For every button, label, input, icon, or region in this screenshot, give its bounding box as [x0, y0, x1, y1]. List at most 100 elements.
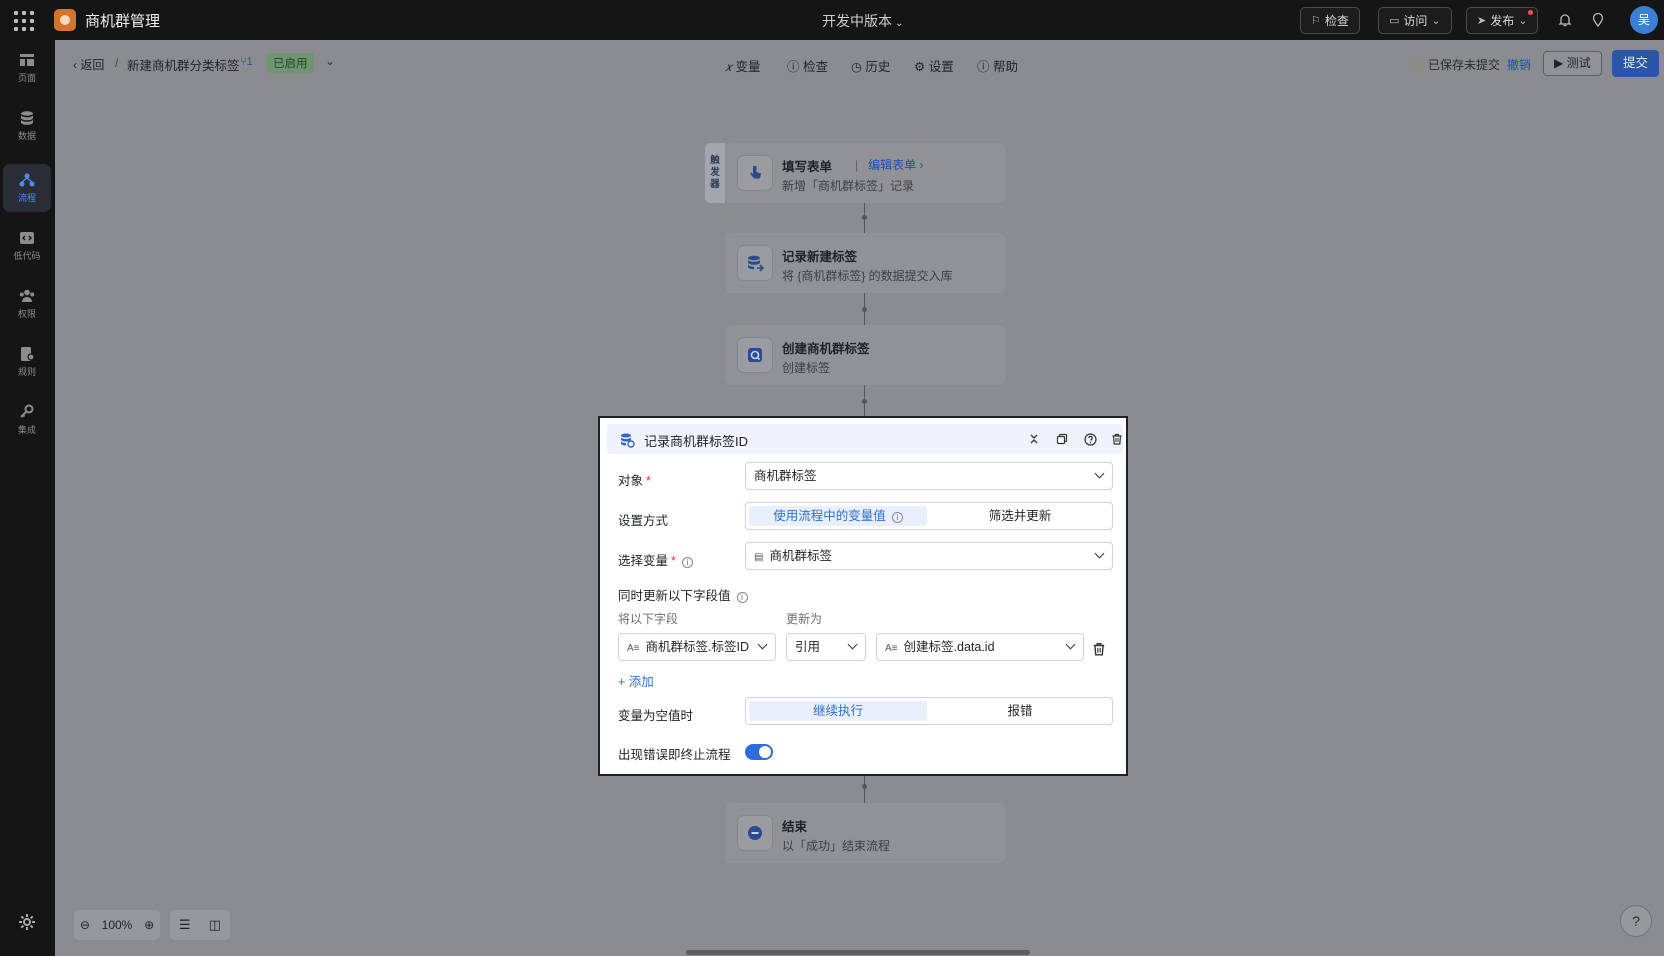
flow-node-record-tag[interactable]: 记录新建标签 将 {商机群标签} 的数据提交入库	[725, 233, 1005, 293]
connector-dot	[862, 399, 867, 404]
app-name: 商机群管理	[85, 13, 161, 30]
hand-pointer-icon	[737, 155, 773, 191]
variable-select-value: 商机群标签	[769, 549, 832, 563]
flow-node-form[interactable]: 填写表单 编辑表单 › 新增「商机群标签」记录	[725, 143, 1005, 203]
branch-icon: ⑂	[240, 56, 247, 68]
text-field-icon: A≡	[627, 643, 640, 654]
panel-title: 记录商机群标签ID	[644, 434, 749, 449]
terminate-on-error-toggle[interactable]	[745, 744, 773, 760]
horizontal-scrollbar[interactable]	[686, 950, 1030, 955]
publish-button[interactable]: ➤ 发布 ⌄	[1466, 7, 1539, 34]
inspect-button[interactable]: ⚐ 检查	[1300, 7, 1360, 34]
warning-icon: ⓘ	[1413, 58, 1426, 72]
location-pin-icon[interactable]	[1590, 12, 1606, 28]
fit-view-icon[interactable]: ◫	[209, 917, 221, 933]
mode-label: 设置方式	[618, 514, 669, 528]
nav-item-rules[interactable]: 规则	[3, 338, 51, 386]
version-count[interactable]: ⑂1	[240, 56, 253, 68]
nav-label: 规则	[17, 367, 36, 377]
info-icon: i	[736, 592, 748, 603]
node-subtitle: 新增「商机群标签」记录	[782, 179, 915, 193]
history-tool[interactable]: ◷ 历史	[851, 56, 890, 75]
help-circle-icon[interactable]	[1083, 432, 1097, 446]
flow-icon	[19, 173, 35, 187]
copy-icon[interactable]	[1055, 432, 1069, 446]
object-select-value: 商机群标签	[754, 469, 817, 483]
flow-node-create-tag[interactable]: 创建商机群标签 创建标签	[725, 325, 1005, 385]
layout-controls: ☰ ◫	[170, 910, 230, 940]
nav-item-permissions[interactable]: 权限	[3, 280, 51, 328]
avatar[interactable]: 吴	[1630, 6, 1658, 34]
test-label: 测试	[1566, 56, 1591, 70]
chevron-down-icon	[1094, 468, 1105, 479]
undo-link[interactable]: 撤销	[1507, 56, 1531, 73]
empty-value-segmented-control: 继续执行 报错	[745, 697, 1113, 725]
inspect-tool[interactable]: ⓘ 检查	[787, 56, 828, 75]
node-title: 结束	[782, 820, 808, 834]
inspect-icon: ⚐	[1311, 15, 1321, 27]
mode-option-variable[interactable]: 使用流程中的变量值 i	[749, 506, 927, 526]
refresh-box-icon	[737, 337, 773, 373]
test-button[interactable]: ▶ 测试	[1543, 51, 1602, 76]
empty-option-continue[interactable]: 继续执行	[749, 701, 927, 721]
breadcrumb-separator: /	[115, 56, 119, 70]
trash-icon[interactable]	[1110, 432, 1124, 446]
back-label: 返回	[80, 58, 105, 72]
back-button[interactable]: ‹ 返回	[73, 56, 104, 73]
nav-item-lowcode[interactable]: 低代码	[3, 222, 51, 270]
visit-button[interactable]: ▭ 访问 ⌄	[1378, 7, 1452, 34]
mode-segmented-control: 使用流程中的变量值 i 筛选并更新	[745, 502, 1113, 530]
required-mark: *	[671, 554, 676, 568]
gear-icon[interactable]	[17, 912, 37, 932]
table-icon: ▤	[754, 552, 764, 563]
update-fields-label: 同时更新以下字段值 i	[618, 585, 748, 604]
zoom-controls: ⊖ 100% ⊕	[74, 910, 160, 940]
nav-item-pages[interactable]: 页面	[3, 44, 51, 92]
connector-line	[864, 776, 865, 803]
reference-value-select[interactable]: A≡ 创建标签.data.id	[876, 633, 1084, 661]
auto-layout-icon[interactable]: ☰	[179, 917, 191, 933]
nav-item-data[interactable]: 数据	[3, 102, 51, 150]
version-selector[interactable]: 开发中版本 ⌄	[822, 11, 903, 31]
variable-label: 选择变量 * i	[618, 550, 693, 569]
variables-tool[interactable]: 𝑥 变量	[725, 56, 760, 75]
zoom-in-icon[interactable]: ⊕	[144, 918, 154, 932]
connector-dot	[862, 307, 867, 312]
field-select[interactable]: A≡ 商机群标签.标签ID	[618, 633, 776, 661]
required-mark: *	[646, 474, 651, 488]
collapse-icon[interactable]	[1027, 432, 1041, 446]
variable-icon: 𝑥	[725, 60, 732, 74]
trash-icon[interactable]	[1092, 642, 1106, 656]
chevron-right-icon: ›	[916, 158, 924, 172]
object-select[interactable]: 商机群标签	[745, 462, 1113, 490]
help-icon[interactable]: ?	[1620, 905, 1652, 937]
database-arrow-icon	[737, 245, 773, 281]
empty-option-error[interactable]: 报错	[931, 701, 1109, 721]
info-circle-icon: ⓘ	[787, 60, 803, 74]
node-subtitle: 创建标签	[782, 361, 831, 375]
bell-icon[interactable]	[1557, 12, 1573, 28]
history-icon: ◷	[851, 60, 866, 74]
variable-select[interactable]: ▤ 商机群标签	[745, 542, 1113, 570]
send-icon: ➤	[1477, 15, 1487, 27]
nav-item-integration[interactable]: 集成	[3, 396, 51, 444]
gear-icon: ⚙	[914, 60, 929, 74]
value-type-select[interactable]: 引用	[786, 633, 866, 661]
chevron-down-icon	[1065, 639, 1076, 650]
field-select-value: 商机群标签.标签ID	[645, 640, 749, 654]
chevron-down-icon: ⌄	[895, 18, 904, 29]
zoom-out-icon[interactable]: ⊖	[80, 918, 90, 932]
add-field-button[interactable]: + 添加	[618, 671, 654, 690]
flow-node-end[interactable]: 结束 以「成功」结束流程	[725, 803, 1005, 863]
nav-label: 流程	[17, 193, 36, 203]
mode-option-filter[interactable]: 筛选并更新	[931, 506, 1109, 526]
help-tool[interactable]: ⓘ 帮助	[977, 56, 1018, 75]
nav-item-flow[interactable]: 流程	[3, 164, 51, 212]
page-icon	[20, 54, 34, 66]
help-label: 帮助	[992, 60, 1018, 74]
settings-tool[interactable]: ⚙ 设置	[914, 56, 954, 75]
submit-button[interactable]: 提交	[1612, 50, 1660, 77]
edit-form-link[interactable]: 编辑表单 ›	[855, 156, 923, 173]
chevron-down-icon[interactable]: ⌄	[325, 54, 335, 68]
app-grid-icon[interactable]	[14, 11, 34, 31]
